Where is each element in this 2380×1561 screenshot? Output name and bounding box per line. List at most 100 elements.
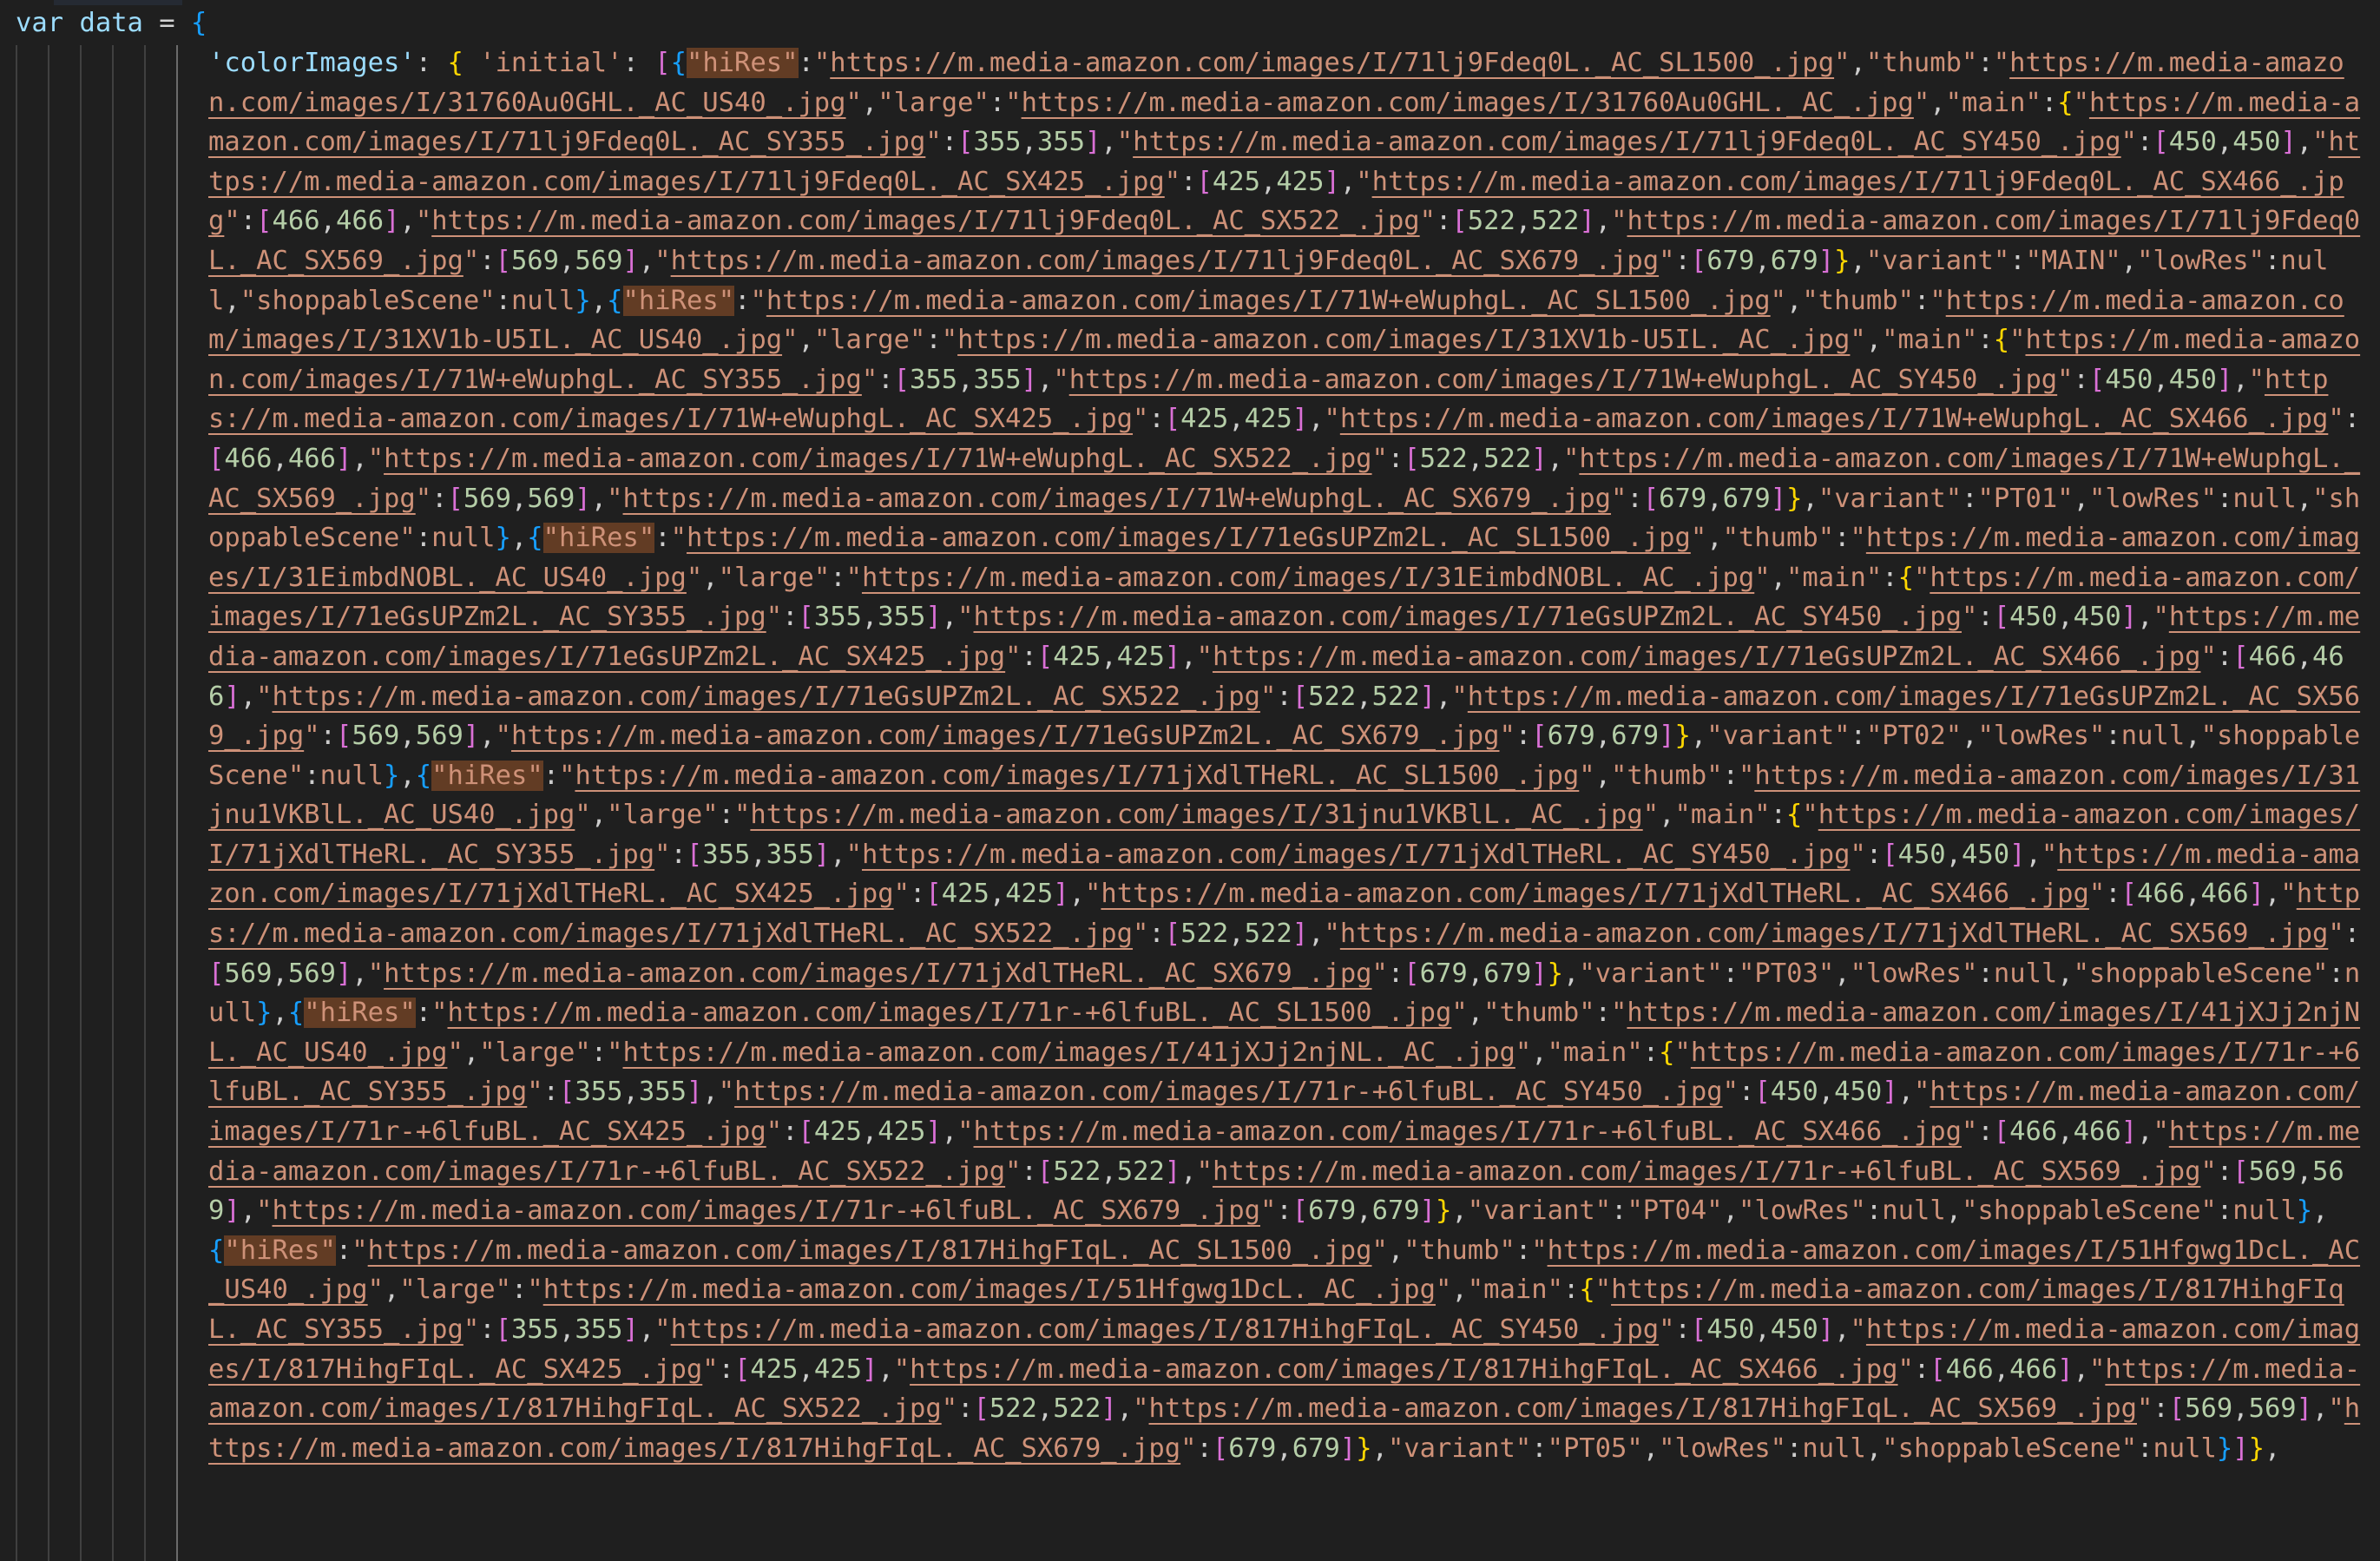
close-bracket: ]: [1021, 364, 1037, 395]
json-key: "lowRes": [1977, 721, 2106, 752]
code-token: ": [702, 1354, 719, 1385]
url-link[interactable]: https://m.media-amazon.com/images/I/71W+…: [1340, 404, 2328, 434]
number: 522: [1053, 1156, 1101, 1187]
code-token: :: [1148, 404, 1165, 435]
url-link[interactable]: https://m.media-amazon.com/images/I/71W+…: [1069, 365, 2057, 395]
close-bracket: ]: [2120, 1116, 2138, 1148]
code-token: ": [1850, 523, 1866, 554]
open-bracket: [: [335, 721, 352, 752]
close-bracket: ]: [1882, 1077, 1898, 1108]
code-line-declaration: var data = {: [16, 3, 207, 43]
code-token: ,: [1834, 958, 1851, 989]
code-token: :: [718, 1354, 734, 1385]
code-token: :: [1562, 1274, 1580, 1306]
url-link[interactable]: https://m.media-amazon.com/images/I/817H…: [910, 1354, 1897, 1385]
url-link[interactable]: https://m.media-amazon.com/images/I/71lj…: [830, 48, 1834, 78]
url-link[interactable]: https://m.media-amazon.com/images/I/71eG…: [687, 523, 1691, 553]
url-link[interactable]: https://m.media-amazon.com/images/I/71r-…: [734, 1077, 1722, 1107]
url-link[interactable]: https://m.media-amazon.com/images/I/71jX…: [862, 840, 1850, 870]
url-link[interactable]: https://m.media-amazon.com/images/I/71jX…: [384, 958, 1371, 989]
url-link[interactable]: https://m.media-amazon.com/images/I/71W+…: [384, 444, 1371, 474]
url-link[interactable]: https://m.media-amazon.com/images/I/41jX…: [623, 1037, 1515, 1068]
code-line-colorimages[interactable]: 'colorImages': { 'initial': [{"hiRes":"h…: [208, 43, 2370, 1468]
number: 425: [1116, 641, 1165, 672]
url-link[interactable]: https://m.media-amazon.com/images/I/31Ei…: [862, 563, 1754, 593]
code-token: :: [2344, 404, 2361, 435]
url-link[interactable]: https://m.media-amazon.com/images/I/71lj…: [1133, 127, 2120, 157]
url-link[interactable]: https://m.media-amazon.com/images/I/71r-…: [1213, 1156, 2200, 1187]
url-link[interactable]: https://m.media-amazon.com/images/I/71r-…: [448, 998, 1452, 1028]
code-token: ,: [463, 1037, 480, 1068]
close-bracket: ]: [1818, 245, 1835, 276]
code-token: ": [1180, 1433, 1197, 1464]
code-token: :: [2073, 364, 2089, 395]
code-token: ,: [1356, 681, 1372, 712]
code-token: ": [1116, 127, 1134, 158]
close-brace: }: [256, 998, 273, 1029]
variant-value: "PT02": [1865, 721, 1963, 752]
url-link[interactable]: https://m.media-amazon.com/images/I/71lj…: [431, 206, 1419, 236]
json-key: "lowRes": [2137, 245, 2265, 276]
code-token: ": [256, 1195, 273, 1227]
code-token: ": [1802, 800, 1818, 831]
code-token: ,: [1865, 325, 1883, 356]
url-link[interactable]: https://m.media-amazon.com/images/I/71eG…: [1213, 642, 2200, 672]
open-brace: {: [1897, 562, 1914, 593]
open-bracket: [: [1690, 1314, 1707, 1345]
code-token: :: [319, 721, 336, 752]
number: 569: [415, 721, 464, 752]
null-value: null: [1993, 958, 2058, 989]
code-editor[interactable]: var data = { 'colorImages': { 'initial':…: [0, 0, 2380, 1561]
url-link[interactable]: https://m.media-amazon.com/images/I/71lj…: [671, 246, 1659, 276]
url-link[interactable]: https://m.media-amazon.com/images/I/31jn…: [750, 800, 1642, 830]
code-token: ,: [1850, 245, 1866, 276]
open-bracket: [: [1292, 681, 1309, 712]
url-link[interactable]: https://m.media-amazon.com/images/I/71eG…: [273, 682, 1260, 712]
number: 522: [1308, 681, 1357, 712]
url-link[interactable]: https://m.media-amazon.com/images/I/51Hf…: [543, 1274, 1436, 1305]
open-bracket: [: [925, 879, 942, 910]
code-token: ,: [2185, 721, 2201, 752]
number: 466: [2200, 879, 2249, 910]
code-token: ,: [798, 1354, 814, 1385]
number: 355: [1036, 127, 1086, 158]
url-link[interactable]: https://m.media-amazon.com/images/I/71jX…: [575, 761, 1579, 791]
code-token: ": [1371, 1235, 1388, 1266]
url-link[interactable]: https://m.media-amazon.com/images/I/71r-…: [273, 1195, 1260, 1226]
number: 679: [1308, 1195, 1357, 1227]
url-link[interactable]: https://m.media-amazon.com/images/I/31XV…: [957, 325, 1850, 355]
close-brace: }: [1834, 245, 1851, 276]
json-key: "large": [718, 562, 831, 593]
code-token: ,: [1865, 1433, 1883, 1464]
url-link[interactable]: https://m.media-amazon.com/images/I/71eG…: [511, 721, 1499, 751]
code-token: :: [479, 245, 496, 276]
url-link[interactable]: https://m.media-amazon.com/images/I/71r-…: [974, 1116, 1962, 1147]
code-token: ": [1897, 1354, 1914, 1385]
number: 522: [1053, 1393, 1101, 1425]
code-token: ,: [2265, 1433, 2281, 1464]
code-token: :: [1770, 800, 1787, 831]
code-token: ": [1133, 919, 1149, 950]
url-link[interactable]: https://m.media-amazon.com/images/I/71W+…: [623, 484, 1611, 514]
url-link[interactable]: https://m.media-amazon.com/images/I/71jX…: [1101, 879, 2088, 909]
code-token: :: [2216, 641, 2233, 672]
url-link[interactable]: https://m.media-amazon.com/images/I/817H…: [671, 1314, 1659, 1345]
url-link[interactable]: https://m.media-amazon.com/images/I/71W+…: [766, 286, 1771, 316]
close-bracket: ]: [1339, 1433, 1357, 1464]
url-link[interactable]: https://m.media-amazon.com/images/I/71jX…: [1340, 919, 2328, 949]
json-key: "shoppableScene": [1962, 1195, 2217, 1227]
code-token: ": [2280, 879, 2297, 910]
code-token: ,: [1547, 443, 1563, 474]
search-highlight: "hiRes": [304, 998, 416, 1029]
code-token: ": [1594, 1274, 1612, 1306]
url-link[interactable]: https://m.media-amazon.com/images/I/71eG…: [974, 602, 1962, 632]
code-token: ": [957, 602, 974, 633]
url-link[interactable]: https://m.media-amazon.com/images/I/3176…: [1022, 88, 1914, 118]
number: 466: [224, 443, 273, 474]
number: 355: [878, 602, 926, 633]
code-token: ": [1659, 1314, 1675, 1345]
url-link[interactable]: https://m.media-amazon.com/images/I/817H…: [368, 1235, 1372, 1266]
code-token: :: [590, 1037, 608, 1068]
code-token: ": [2136, 1393, 2153, 1425]
url-link[interactable]: https://m.media-amazon.com/images/I/817H…: [1149, 1393, 2137, 1424]
